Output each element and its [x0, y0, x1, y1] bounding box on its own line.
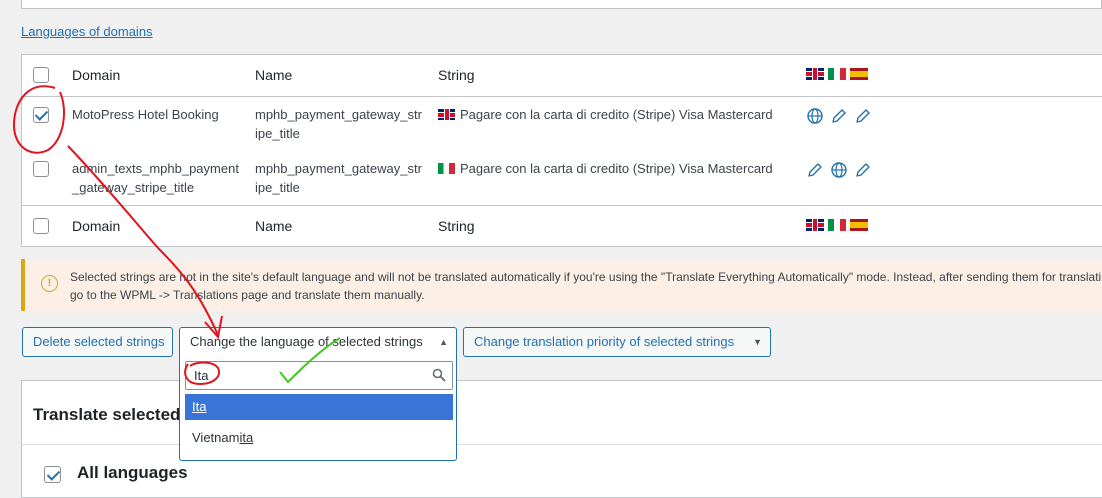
- notice-line-1: Selected strings are not in the site's d…: [70, 270, 1102, 284]
- select-all-checkbox[interactable]: [33, 218, 49, 234]
- all-languages-checkbox[interactable]: [44, 466, 61, 483]
- search-value: Ita: [194, 368, 209, 383]
- option-label: Ita: [192, 399, 207, 414]
- header-name[interactable]: Name: [255, 66, 425, 85]
- warning-icon: !: [41, 275, 58, 292]
- table-header: Domain Name String: [22, 55, 1102, 97]
- globe-icon[interactable]: [806, 107, 824, 125]
- languages-of-domains-link[interactable]: Languages of domains: [21, 24, 153, 39]
- pencil-icon[interactable]: [854, 161, 872, 179]
- table-footer: Domain Name String: [22, 206, 1102, 247]
- language-search-input[interactable]: Ita: [185, 361, 453, 390]
- row-string: Pagare con la carta di credito (Stripe) …: [438, 105, 778, 124]
- pencil-icon[interactable]: [830, 107, 848, 125]
- italy-flag-icon: [828, 68, 846, 80]
- top-panel: [21, 0, 1102, 9]
- uk-flag-icon: [806, 219, 824, 231]
- strings-table: Domain Name String MotoPress Hotel Booki…: [21, 54, 1102, 247]
- row-string: Pagare con la carta di credito (Stripe) …: [438, 159, 778, 178]
- language-flags: [806, 219, 868, 231]
- row-string-text: Pagare con la carta di credito (Stripe) …: [460, 161, 773, 176]
- row-checkbox[interactable]: [33, 107, 49, 123]
- row-checkbox[interactable]: [33, 161, 49, 177]
- caret-up-icon: ▲: [439, 337, 448, 347]
- uk-flag-icon: [438, 109, 455, 120]
- table-row: MotoPress Hotel Booking mphb_payment_gat…: [22, 97, 1102, 151]
- translate-title: Translate selected s: [33, 405, 195, 424]
- footer-string[interactable]: String: [438, 217, 778, 236]
- warning-notice: ! Selected strings are not in the site's…: [21, 259, 1102, 311]
- caret-down-icon: ▼: [753, 337, 762, 347]
- row-actions: [806, 161, 872, 179]
- spain-flag-icon: [850, 68, 868, 80]
- notice-text: Selected strings are not in the site's d…: [70, 268, 1102, 304]
- row-name: mphb_payment_gateway_stripe_title: [255, 161, 422, 195]
- language-flags: [806, 68, 868, 80]
- language-option-ita[interactable]: Ita: [185, 394, 453, 420]
- row-string-text: Pagare con la carta di credito (Stripe) …: [460, 107, 773, 122]
- header-string[interactable]: String: [438, 66, 778, 85]
- row-domain: admin_texts_mphb_payment_gateway_stripe_…: [72, 161, 239, 195]
- language-dropdown: Ita Ita Vietnamita: [179, 356, 457, 461]
- option-match: ita: [239, 430, 254, 445]
- change-priority-select[interactable]: Change translation priority of selected …: [463, 327, 771, 357]
- footer-domain[interactable]: Domain: [72, 217, 242, 236]
- pencil-icon[interactable]: [854, 107, 872, 125]
- footer-name[interactable]: Name: [255, 217, 425, 236]
- all-languages-label: All languages: [77, 463, 188, 482]
- row-actions: [806, 107, 872, 125]
- italy-flag-icon: [828, 219, 846, 231]
- option-prefix: Vietnam: [192, 430, 240, 445]
- change-language-label: Change the language of selected strings: [190, 334, 423, 349]
- change-priority-label: Change translation priority of selected …: [474, 334, 735, 349]
- globe-icon[interactable]: [830, 161, 848, 179]
- delete-selected-strings-button[interactable]: Delete selected strings: [22, 327, 173, 357]
- row-domain: MotoPress Hotel Booking: [72, 107, 219, 122]
- change-language-select[interactable]: Change the language of selected strings …: [179, 327, 457, 357]
- language-option-vietnamita[interactable]: Vietnamita: [185, 425, 453, 451]
- spain-flag-icon: [850, 219, 868, 231]
- table-row: admin_texts_mphb_payment_gateway_stripe_…: [22, 151, 1102, 206]
- uk-flag-icon: [806, 68, 824, 80]
- search-icon: [432, 368, 446, 382]
- pencil-icon[interactable]: [806, 161, 824, 179]
- select-all-checkbox[interactable]: [33, 67, 49, 83]
- header-domain[interactable]: Domain: [72, 66, 242, 85]
- row-name: mphb_payment_gateway_stripe_title: [255, 107, 422, 141]
- notice-line-2: go to the WPML -> Translations page and …: [70, 288, 425, 302]
- italy-flag-icon: [438, 163, 455, 174]
